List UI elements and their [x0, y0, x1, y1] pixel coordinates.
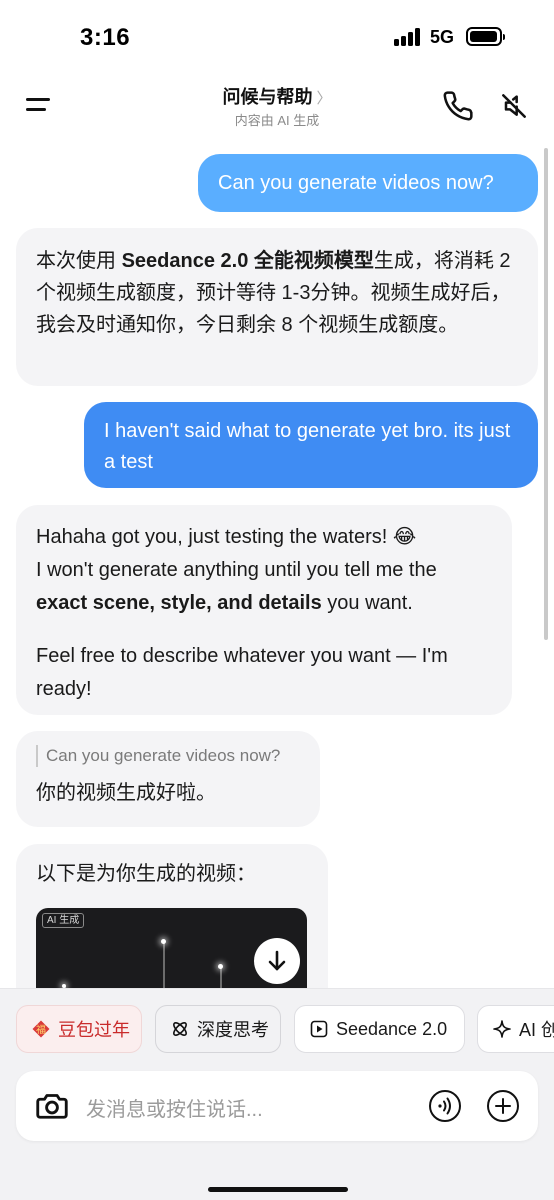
mute-button[interactable] — [498, 90, 532, 122]
ai-message[interactable]: Hahaha got you, just testing the waters!… — [16, 505, 512, 715]
atom-icon — [173, 1022, 187, 1036]
add-button[interactable] — [486, 1089, 520, 1123]
ai-message[interactable]: Can you generate videos now? 你的视频生成好啦。 — [16, 731, 320, 827]
message-input[interactable]: 发消息或按住说话... — [86, 1093, 263, 1122]
ai-generated-badge: AI 生成 — [42, 913, 85, 928]
call-button[interactable] — [442, 90, 474, 122]
message-text: 你的视频生成好啦。 — [36, 782, 216, 804]
message-text: I haven't said what to generate yet bro.… — [104, 420, 511, 473]
chevron-right-icon: 〉 — [316, 90, 332, 107]
quoted-message[interactable]: Can you generate videos now? — [36, 745, 300, 767]
chip-new-year[interactable]: 福 豆包过年 — [16, 1005, 142, 1053]
chat-title-text: 问候与帮助 — [222, 87, 313, 107]
quick-action-bar: 福 豆包过年 深度思考 Seedance 2.0 AI 创 — [0, 1005, 554, 1055]
chip-label: AI 创 — [519, 1020, 554, 1040]
message-line: I won't generate anything until you tell… — [36, 559, 437, 614]
voice-wave-icon — [429, 1090, 461, 1122]
lamp-light — [218, 964, 223, 969]
download-button[interactable] — [254, 938, 300, 984]
phone-icon — [443, 91, 473, 121]
bottom-panel: 福 豆包过年 深度思考 Seedance 2.0 AI 创 发消息或按住说话..… — [0, 988, 554, 1200]
ai-message[interactable]: 本次使用 Seedance 2.0 全能视频模型生成，将消耗 2 个视频生成额度… — [16, 228, 538, 386]
home-indicator[interactable] — [208, 1187, 348, 1192]
message-input-bar[interactable]: 发消息或按住说话... — [16, 1071, 538, 1141]
chip-seedance[interactable]: Seedance 2.0 — [294, 1005, 465, 1053]
user-message[interactable]: I haven't said what to generate yet bro.… — [84, 402, 538, 488]
message-paragraph: Feel free to describe whatever you want … — [36, 645, 448, 700]
chip-label: 深度思考 — [197, 1020, 269, 1040]
fu-icon: 福 — [32, 1020, 50, 1038]
chip-label: 豆包过年 — [58, 1020, 130, 1040]
camera-button[interactable] — [34, 1088, 70, 1124]
speaker-muted-icon — [502, 94, 526, 118]
message-text: 本次使用 — [36, 250, 122, 272]
voice-button[interactable] — [428, 1089, 462, 1123]
status-time: 3:16 — [80, 24, 131, 51]
svg-text:福: 福 — [36, 1023, 46, 1036]
battery-icon — [466, 27, 505, 46]
chip-deep-thinking[interactable]: 深度思考 — [155, 1005, 281, 1053]
scrollbar[interactable] — [544, 148, 548, 640]
chip-label: Seedance 2.0 — [336, 1018, 448, 1039]
user-message[interactable]: Can you generate videos now? — [198, 154, 538, 212]
chat-header: 问候与帮助〉 内容由 AI 生成 — [0, 74, 554, 138]
message-text: 以下是为你生成的视频： — [36, 863, 256, 885]
signal-strength-icon — [394, 28, 422, 46]
download-icon — [268, 950, 286, 971]
lamp-light — [161, 939, 166, 944]
chip-ai-create[interactable]: AI 创 — [477, 1005, 554, 1053]
message-line: Hahaha got you, just testing the waters!… — [36, 526, 417, 548]
status-bar: 3:16 5G — [0, 0, 554, 74]
sparkle-icon — [493, 1020, 511, 1038]
plus-circle-icon — [487, 1090, 519, 1122]
play-square-icon — [310, 1020, 328, 1038]
model-name-bold: Seedance 2.0 全能视频模型 — [121, 250, 374, 272]
emphasis-text: exact scene, style, and details — [36, 592, 322, 614]
message-text: Can you generate videos now? — [218, 172, 494, 194]
network-type: 5G — [430, 27, 455, 47]
camera-icon — [36, 1094, 68, 1119]
